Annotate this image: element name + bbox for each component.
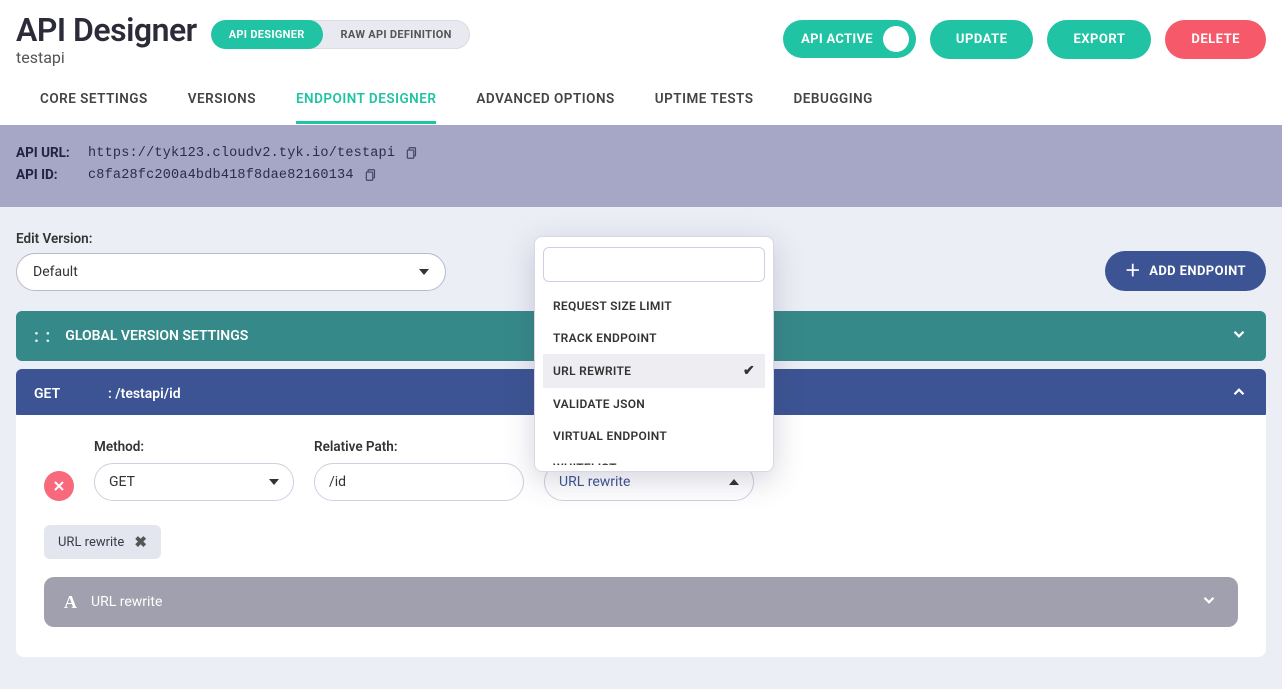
url-rewrite-section-label: URL rewrite xyxy=(91,594,162,610)
version-select[interactable]: Default xyxy=(16,253,446,291)
page-subtitle: testapi xyxy=(16,48,197,67)
update-button[interactable]: UPDATE xyxy=(930,20,1034,59)
plugin-search-input[interactable] xyxy=(543,247,765,282)
tab-versions[interactable]: VERSIONS xyxy=(188,91,256,124)
tab-uptime-tests[interactable]: UPTIME TESTS xyxy=(655,91,754,124)
plugin-field: URL rewrite REQUEST SIZE LIMIT TRACK END… xyxy=(544,439,754,501)
plugin-value: URL rewrite xyxy=(559,474,630,490)
page-title: API Designer xyxy=(16,14,197,46)
check-icon: ✔ xyxy=(743,363,755,379)
version-label: Edit Version: xyxy=(16,231,446,247)
body: Edit Version: Default ＋ ADD ENDPOINT : :… xyxy=(0,207,1282,689)
global-bar-label: GLOBAL VERSION SETTINGS xyxy=(65,328,248,344)
copy-id-icon[interactable] xyxy=(364,167,378,183)
method-select[interactable]: GET xyxy=(94,463,294,501)
copy-url-icon[interactable] xyxy=(405,145,419,161)
plugin-option-label: URL REWRITE xyxy=(553,364,631,378)
plugin-option-list[interactable]: REQUEST SIZE LIMIT TRACK ENDPOINT URL RE… xyxy=(543,290,765,465)
endpoint-method: GET xyxy=(34,386,94,402)
plugin-option-label: REQUEST SIZE LIMIT xyxy=(553,299,672,313)
export-button[interactable]: EXPORT xyxy=(1047,20,1151,59)
url-rewrite-section-bar[interactable]: A URL rewrite xyxy=(44,577,1238,627)
plugin-option-validate-json[interactable]: VALIDATE JSON xyxy=(543,388,765,420)
path-input[interactable] xyxy=(314,463,524,501)
chevron-up-icon xyxy=(729,479,739,485)
chevron-up-icon[interactable] xyxy=(1230,383,1248,405)
tab-endpoint-designer[interactable]: ENDPOINT DESIGNER xyxy=(296,91,436,124)
plugin-option-label: VALIDATE JSON xyxy=(553,397,645,411)
version-value: Default xyxy=(33,264,78,280)
font-icon: A xyxy=(64,592,77,613)
chevron-down-icon[interactable] xyxy=(1200,591,1218,613)
add-endpoint-label: ADD ENDPOINT xyxy=(1149,264,1246,279)
api-id-label: API ID: xyxy=(16,167,78,183)
toggle-knob xyxy=(883,26,909,52)
plugin-option-request-size-limit[interactable]: REQUEST SIZE LIMIT xyxy=(543,290,765,322)
header: API Designer testapi API DESIGNER RAW AP… xyxy=(0,0,1282,67)
main-tabs: CORE SETTINGS VERSIONS ENDPOINT DESIGNER… xyxy=(0,67,1282,125)
plugin-option-url-rewrite[interactable]: URL REWRITE ✔ xyxy=(543,354,765,388)
plugin-option-track-endpoint[interactable]: TRACK ENDPOINT xyxy=(543,322,765,354)
method-field: Method: GET xyxy=(94,439,294,501)
path-label: Relative Path: xyxy=(314,439,524,455)
plugin-chip-label: URL rewrite xyxy=(58,535,124,550)
view-mode-raw[interactable]: RAW API DEFINITION xyxy=(323,20,470,49)
plugin-option-label: WHITELIST xyxy=(553,461,617,465)
chevron-down-icon[interactable] xyxy=(1230,325,1248,347)
title-block: API Designer testapi xyxy=(16,14,197,67)
plugin-option-label: VIRTUAL ENDPOINT xyxy=(553,429,667,443)
plugin-option-label: TRACK ENDPOINT xyxy=(553,331,657,345)
delete-button[interactable]: DELETE xyxy=(1165,20,1266,59)
global-bar-prefix: : : xyxy=(34,326,51,347)
view-mode-designer[interactable]: API DESIGNER xyxy=(211,20,323,49)
api-url-row: API URL: https://tyk123.cloudv2.tyk.io/t… xyxy=(16,145,1266,161)
chevron-down-icon xyxy=(269,479,279,485)
endpoint-form-row: Method: GET Relative Path: URL rewrite xyxy=(44,439,1238,501)
endpoint-card: Method: GET Relative Path: URL rewrite xyxy=(16,415,1266,657)
api-status-toggle[interactable]: API ACTIVE xyxy=(783,20,916,58)
plugin-option-whitelist[interactable]: WHITELIST xyxy=(543,452,765,465)
path-field: Relative Path: xyxy=(314,439,524,501)
plus-icon: ＋ xyxy=(1125,263,1141,279)
api-id-value: c8fa28fc200a4bdb418f8dae82160134 xyxy=(88,168,354,183)
version-field: Edit Version: Default xyxy=(16,231,446,291)
chevron-down-icon xyxy=(419,269,429,275)
view-mode-segmented: API DESIGNER RAW API DEFINITION xyxy=(211,20,470,49)
method-value: GET xyxy=(109,474,135,490)
api-status-label: API ACTIVE xyxy=(801,32,873,47)
add-endpoint-button[interactable]: ＋ ADD ENDPOINT xyxy=(1105,251,1266,291)
remove-chip-icon[interactable]: ✖ xyxy=(134,533,147,551)
plugin-chip: URL rewrite ✖ xyxy=(44,525,161,559)
api-id-row: API ID: c8fa28fc200a4bdb418f8dae82160134 xyxy=(16,167,1266,183)
remove-endpoint-button[interactable] xyxy=(44,471,74,501)
api-url-value: https://tyk123.cloudv2.tyk.io/testapi xyxy=(88,146,395,161)
tab-core-settings[interactable]: CORE SETTINGS xyxy=(40,91,148,124)
api-url-label: API URL: xyxy=(16,145,78,161)
tab-advanced-options[interactable]: ADVANCED OPTIONS xyxy=(476,91,614,124)
api-info-strip: API URL: https://tyk123.cloudv2.tyk.io/t… xyxy=(0,125,1282,207)
plugin-option-virtual-endpoint[interactable]: VIRTUAL ENDPOINT xyxy=(543,420,765,452)
endpoint-path: : /testapi/id xyxy=(108,386,181,402)
tab-debugging[interactable]: DEBUGGING xyxy=(794,91,873,124)
method-label: Method: xyxy=(94,439,294,455)
plugin-dropdown: REQUEST SIZE LIMIT TRACK ENDPOINT URL RE… xyxy=(534,236,774,472)
